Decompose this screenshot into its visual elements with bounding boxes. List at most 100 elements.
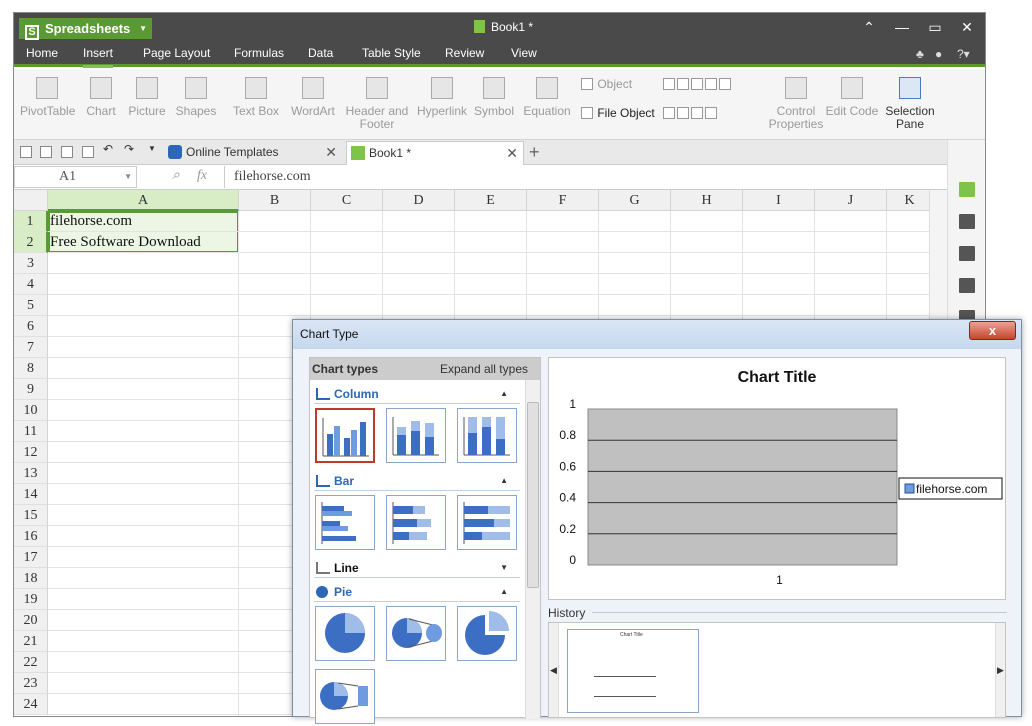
row-header-16[interactable]: 16 — [14, 526, 48, 547]
collapse-ribbon-button[interactable]: ⌃ — [854, 13, 884, 42]
row-header-12[interactable]: 12 — [14, 442, 48, 463]
pivottable-button[interactable]: PivotTable — [20, 75, 75, 118]
new-icon[interactable] — [20, 146, 32, 158]
symbol-button[interactable]: Symbol — [471, 75, 517, 118]
object-button[interactable]: Object — [580, 77, 632, 91]
new-document-icon[interactable] — [959, 182, 975, 197]
menu-data[interactable]: Data — [308, 42, 333, 65]
maximize-button[interactable]: ▭ — [920, 13, 950, 42]
column-header-f[interactable]: F — [527, 190, 599, 211]
close-button[interactable]: ✕ — [952, 13, 982, 42]
file-object-button[interactable]: File Object — [580, 106, 655, 120]
row-header-15[interactable]: 15 — [14, 505, 48, 526]
column-header-b[interactable]: B — [239, 190, 311, 211]
formula-input[interactable]: filehorse.com — [224, 166, 944, 188]
clustered-column-thumb[interactable] — [315, 408, 375, 463]
name-box[interactable]: A1 ▼ — [14, 166, 137, 188]
row-header-5[interactable]: 5 — [14, 295, 48, 316]
row-header-3[interactable]: 3 — [14, 253, 48, 274]
exploded-pie-thumb[interactable] — [457, 606, 517, 661]
column-header-j[interactable]: J — [815, 190, 887, 211]
close-tab-icon[interactable]: ✕ — [506, 142, 518, 164]
history-scroll-right[interactable]: ▶ — [995, 623, 1005, 717]
edit-code-button[interactable]: Edit Code — [824, 75, 880, 118]
tab-online-templates[interactable]: Online Templates ✕ — [164, 141, 342, 165]
section-column[interactable]: Column ▲ — [314, 384, 520, 404]
selection-icon[interactable] — [959, 246, 975, 261]
form-controls-row1[interactable] — [662, 77, 732, 91]
shapes-panel-icon[interactable] — [959, 278, 975, 293]
menu-insert[interactable]: Insert — [83, 42, 114, 68]
stacked-bar-thumb[interactable] — [386, 495, 446, 550]
menu-page-layout[interactable]: Page Layout — [143, 42, 210, 65]
chart-button[interactable]: Chart — [82, 75, 120, 118]
property-icon[interactable] — [959, 214, 975, 229]
row-header-19[interactable]: 19 — [14, 589, 48, 610]
row-header-20[interactable]: 20 — [14, 610, 48, 631]
menu-view[interactable]: View — [511, 42, 537, 65]
selection-pane-button[interactable]: Selection Pane — [884, 75, 936, 131]
stacked-column-thumb[interactable] — [386, 408, 446, 463]
chart-types-scrollbar[interactable] — [525, 380, 540, 719]
menu-formulas[interactable]: Formulas — [234, 42, 284, 65]
app-menu-button[interactable]: S Spreadsheets ▼ — [19, 18, 152, 40]
new-tab-button[interactable]: + — [529, 140, 540, 164]
vertical-scrollbar[interactable] — [929, 190, 947, 330]
row-header-6[interactable]: 6 — [14, 316, 48, 337]
fx-icon[interactable]: fx — [197, 168, 207, 184]
row-header-23[interactable]: 23 — [14, 673, 48, 694]
control-properties-button[interactable]: Control Properties — [766, 75, 826, 131]
section-bar[interactable]: Bar ▲ — [314, 471, 520, 491]
percent-stacked-bar-thumb[interactable] — [457, 495, 517, 550]
history-item[interactable]: Chart Title — [567, 629, 699, 713]
row-header-18[interactable]: 18 — [14, 568, 48, 589]
column-header-g[interactable]: G — [599, 190, 671, 211]
wordart-button[interactable]: WordArt — [290, 75, 336, 118]
pie-thumb[interactable] — [315, 606, 375, 661]
row-header-22[interactable]: 22 — [14, 652, 48, 673]
help-icon[interactable]: ?▾ — [957, 42, 970, 66]
cell-a1[interactable]: filehorse.com — [49, 211, 132, 232]
skin-icon[interactable]: ♣ — [916, 42, 924, 66]
menu-review[interactable]: Review — [445, 42, 484, 65]
row-header-9[interactable]: 9 — [14, 379, 48, 400]
column-header-i[interactable]: I — [743, 190, 815, 211]
column-header-a[interactable]: A — [48, 190, 239, 211]
customize-toolbar-icon[interactable]: ▼ — [148, 144, 160, 156]
history-scroll-left[interactable]: ◀ — [549, 623, 559, 717]
section-pie[interactable]: Pie ▲ — [314, 582, 520, 602]
column-header-d[interactable]: D — [383, 190, 455, 211]
form-controls-row2[interactable] — [662, 106, 718, 120]
row-header-17[interactable]: 17 — [14, 547, 48, 568]
select-all-corner[interactable] — [14, 190, 48, 211]
row-header-14[interactable]: 14 — [14, 484, 48, 505]
expand-all-types-link[interactable]: Expand all types — [440, 358, 528, 380]
row-header-1[interactable]: 1 — [14, 211, 48, 232]
clustered-bar-thumb[interactable] — [315, 495, 375, 550]
hyperlink-button[interactable]: Hyperlink — [417, 75, 467, 118]
section-line[interactable]: Line ▼ — [314, 558, 520, 578]
menu-table-style[interactable]: Table Style — [362, 42, 421, 65]
cell-a2[interactable]: Free Software Download — [49, 232, 201, 253]
pie-of-pie-thumb[interactable] — [386, 606, 446, 661]
print-icon[interactable] — [61, 146, 73, 158]
print-preview-icon[interactable] — [82, 146, 94, 158]
column-header-h[interactable]: H — [671, 190, 743, 211]
column-header-k[interactable]: K — [887, 190, 933, 211]
tab-book1[interactable]: Book1 * ✕ — [346, 141, 524, 165]
row-header-13[interactable]: 13 — [14, 463, 48, 484]
zoom-formula-icon[interactable]: ⌕ — [172, 168, 180, 184]
redo-icon[interactable]: ↷ — [124, 142, 136, 156]
dialog-close-button[interactable]: x — [969, 321, 1016, 340]
textbox-button[interactable]: Text Box — [228, 75, 284, 118]
column-header-c[interactable]: C — [311, 190, 383, 211]
row-header-10[interactable]: 10 — [14, 400, 48, 421]
user-icon[interactable]: ● — [935, 42, 942, 66]
row-header-8[interactable]: 8 — [14, 358, 48, 379]
undo-icon[interactable]: ↶ — [103, 142, 115, 156]
header-footer-button[interactable]: Header and Footer — [345, 75, 409, 131]
row-header-7[interactable]: 7 — [14, 337, 48, 358]
row-header-4[interactable]: 4 — [14, 274, 48, 295]
equation-button[interactable]: Equation — [522, 75, 572, 118]
row-header-11[interactable]: 11 — [14, 421, 48, 442]
